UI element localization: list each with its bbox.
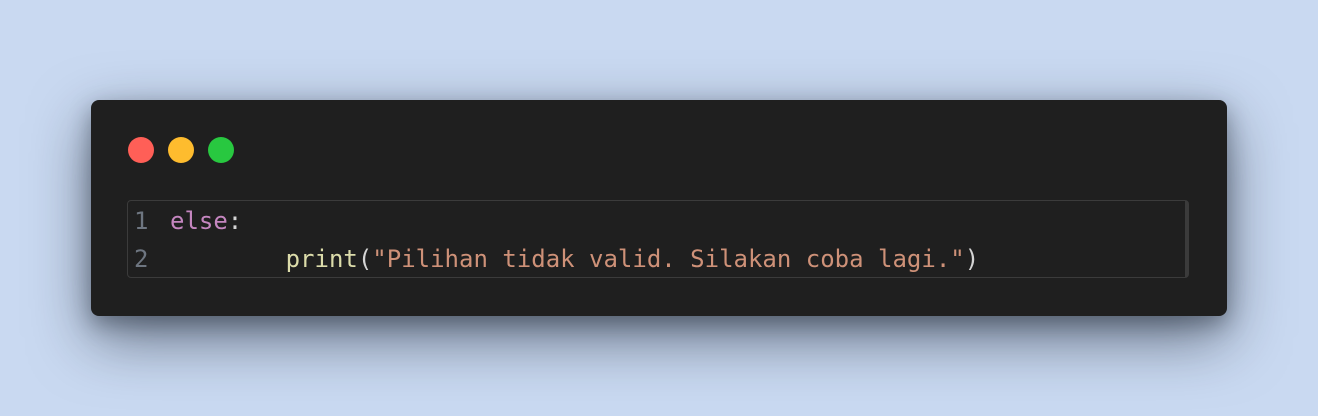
close-button[interactable] bbox=[128, 137, 154, 163]
minimize-button[interactable] bbox=[168, 137, 194, 163]
code-editor[interactable]: 1 else: 2 print("Pilihan tidak valid. Si… bbox=[127, 200, 1189, 278]
code-line: 2 print("Pilihan tidak valid. Silakan co… bbox=[128, 240, 979, 278]
maximize-button[interactable] bbox=[208, 137, 234, 163]
window-controls bbox=[128, 137, 234, 163]
code-content: else: bbox=[170, 207, 242, 235]
code-window: 1 else: 2 print("Pilihan tidak valid. Si… bbox=[91, 100, 1227, 316]
code-line: 1 else: bbox=[128, 202, 242, 240]
open-paren: ( bbox=[357, 245, 373, 273]
function-print: print bbox=[285, 245, 358, 273]
line-number: 1 bbox=[134, 207, 149, 235]
colon: : bbox=[227, 207, 243, 235]
keyword-else: else bbox=[170, 207, 228, 235]
code-content: print("Pilihan tidak valid. Silakan coba… bbox=[170, 245, 980, 273]
line-number: 2 bbox=[134, 245, 149, 273]
string-literal: "Pilihan tidak valid. Silakan coba lagi.… bbox=[372, 245, 965, 273]
close-paren: ) bbox=[964, 245, 980, 273]
